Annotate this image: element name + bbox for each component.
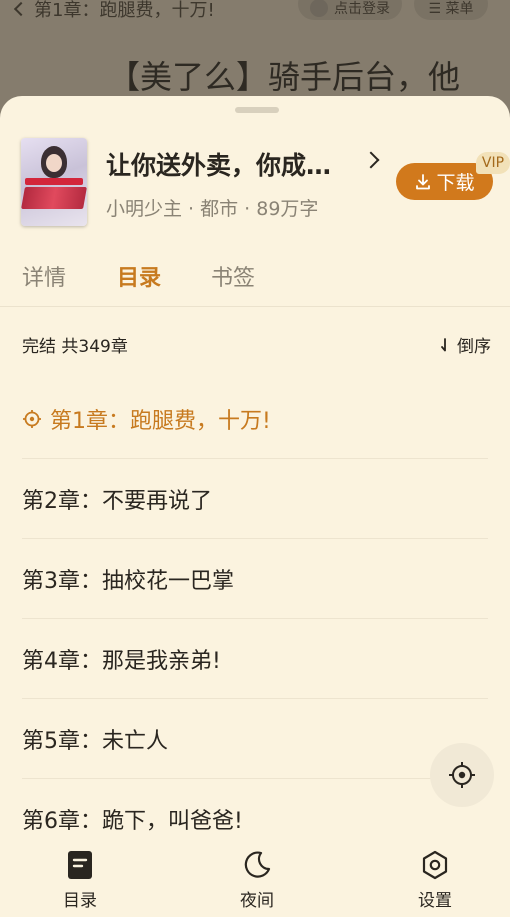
chapter-item[interactable]: 第2章：不要再说了 xyxy=(22,459,488,539)
moon-icon xyxy=(244,851,271,878)
sort-toggle[interactable]: 倒序 xyxy=(441,332,491,357)
chapter-item[interactable]: 第3章：抽校花一巴掌 xyxy=(22,539,488,619)
locate-icon xyxy=(449,762,475,788)
chapter-label: 第6章：跪下，叫爸爸! xyxy=(22,808,243,834)
toc-status: 完结 共349章 xyxy=(22,337,128,357)
menu-button[interactable]: ☰ 菜单 xyxy=(414,0,488,20)
cover-band xyxy=(25,178,83,185)
vip-badge: VIP xyxy=(476,152,510,174)
back-link-label: 第1章：跑腿费，十万! xyxy=(34,0,215,21)
locate-current-button[interactable] xyxy=(430,743,494,807)
nav-night-label: 夜间 xyxy=(240,891,274,911)
nav-toc-label: 目录 xyxy=(63,891,97,911)
toc-sheet: 让你送外卖，你成… 小明少主 · 都市 · 89万字 下载 VIP 详情 目录 … xyxy=(0,96,510,917)
chapter-item-current[interactable]: 第1章：跑腿费，十万! xyxy=(22,379,488,459)
download-label: 下载 xyxy=(436,172,475,194)
tabs-divider xyxy=(0,306,510,307)
menu-label: ☰ 菜单 xyxy=(428,1,474,17)
gear-icon xyxy=(422,850,448,880)
book-meta: 小明少主 · 都市 · 89万字 xyxy=(106,198,319,220)
chapter-item[interactable]: 第4章：那是我亲弟! xyxy=(22,619,488,699)
chapter-label: 第5章：未亡人 xyxy=(22,728,168,754)
nav-settings[interactable]: 设置 xyxy=(395,850,475,911)
book-title[interactable]: 让你送外卖，你成… xyxy=(106,146,331,182)
bottom-nav: 目录 夜间 设置 xyxy=(0,840,510,917)
nav-night[interactable]: 夜间 xyxy=(217,850,297,911)
tab-bookmarks[interactable]: 书签 xyxy=(211,260,255,292)
cover-title-art xyxy=(21,187,87,209)
chevron-right-icon[interactable] xyxy=(362,151,380,169)
chapter-label: 第3章：抽校花一巴掌 xyxy=(22,568,234,594)
tab-toc[interactable]: 目录 xyxy=(117,260,161,292)
chapter-label: 第4章：那是我亲弟! xyxy=(22,648,221,674)
sheet-tabs: 详情 目录 书签 xyxy=(0,256,510,306)
chapter-label: 第1章：跑腿费，十万! xyxy=(50,408,271,434)
avatar-icon xyxy=(310,0,328,17)
tab-details[interactable]: 详情 xyxy=(22,260,66,292)
login-button[interactable]: 点击登录 xyxy=(298,0,402,20)
chapter-item[interactable]: 第5章：未亡人 xyxy=(22,699,488,779)
sheet-handle[interactable] xyxy=(235,107,279,113)
book-icon xyxy=(68,851,92,879)
nav-settings-label: 设置 xyxy=(418,891,452,911)
location-target-icon xyxy=(23,409,41,428)
cover-face xyxy=(46,154,62,172)
chapter-heading: 【美了么】骑手后台，他 xyxy=(108,58,461,96)
back-link[interactable]: 第1章：跑腿费，十万! xyxy=(13,0,215,22)
sort-arrow-icon xyxy=(441,337,446,351)
reader-topbar: 第1章：跑腿费，十万! 点击登录 ☰ 菜单 xyxy=(0,0,510,26)
sort-label: 倒序 xyxy=(457,337,491,357)
book-cover[interactable] xyxy=(21,138,87,226)
chevron-left-icon xyxy=(13,1,29,17)
nav-toc[interactable]: 目录 xyxy=(40,850,120,911)
login-label: 点击登录 xyxy=(334,1,390,17)
download-icon xyxy=(416,173,431,189)
chapter-label: 第2章：不要再说了 xyxy=(22,488,212,514)
